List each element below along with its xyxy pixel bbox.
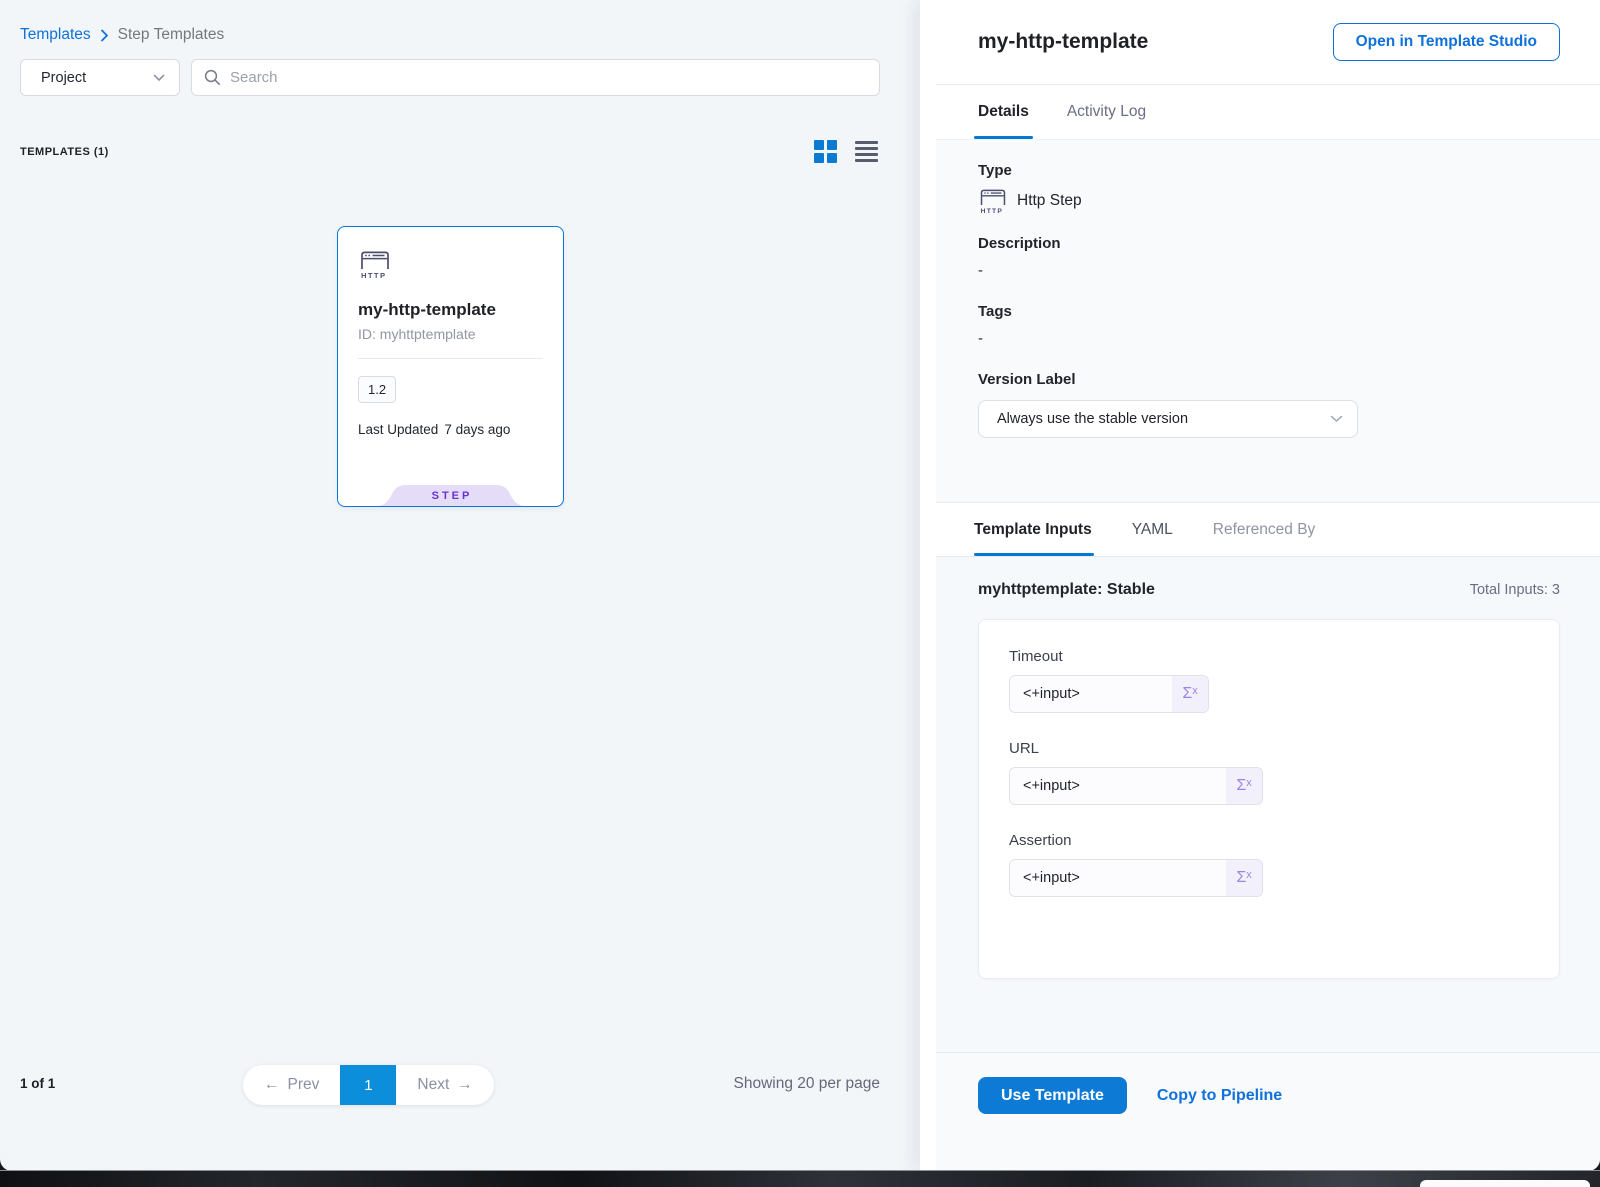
grid-view-icon bbox=[814, 140, 824, 150]
assertion-field: Assertion <+input> Σˣ bbox=[1009, 832, 1529, 897]
timeout-field: Timeout <+input> Σˣ bbox=[1009, 648, 1529, 713]
drawer-sub-tabs: Template Inputs YAML Referenced By bbox=[920, 503, 1600, 556]
url-value: <+input> bbox=[1010, 768, 1226, 804]
tab-activity-log[interactable]: Activity Log bbox=[1067, 85, 1146, 139]
last-updated: Last Updated 7 days ago bbox=[358, 422, 543, 437]
description-label: Description bbox=[978, 235, 1560, 252]
chevron-down-icon bbox=[1330, 410, 1343, 428]
http-step-icon: HTTP bbox=[358, 249, 392, 280]
search-box bbox=[191, 59, 880, 96]
project-scope-value: Project bbox=[41, 70, 86, 86]
version-select[interactable]: Always use the stable version bbox=[978, 400, 1358, 438]
description-value: - bbox=[978, 262, 1560, 279]
url-field: URL <+input> Σˣ bbox=[1009, 740, 1529, 805]
sigma-expression-icon: Σˣ bbox=[1236, 777, 1251, 795]
tags-value: - bbox=[978, 330, 1560, 347]
template-card-title: my-http-template bbox=[358, 300, 543, 320]
use-template-button[interactable]: Use Template bbox=[978, 1077, 1127, 1114]
version-label: Version Label bbox=[978, 371, 1560, 388]
tab-template-inputs[interactable]: Template Inputs bbox=[974, 503, 1092, 556]
version-badge: 1.2 bbox=[358, 376, 396, 403]
filter-controls: Project bbox=[20, 59, 880, 96]
sigma-expression-icon: Σˣ bbox=[1236, 869, 1251, 887]
prev-page-button[interactable]: ← Prev bbox=[243, 1065, 340, 1105]
timeout-input[interactable]: <+input> Σˣ bbox=[1009, 675, 1209, 713]
last-updated-label: Last Updated bbox=[358, 422, 438, 437]
sigma-expression-icon: Σˣ bbox=[1182, 685, 1197, 703]
open-in-template-studio-button[interactable]: Open in Template Studio bbox=[1333, 23, 1560, 61]
drawer-title: my-http-template bbox=[978, 30, 1148, 54]
arrow-right-icon: → bbox=[457, 1076, 473, 1094]
version-select-value: Always use the stable version bbox=[997, 411, 1188, 427]
drawer-header: my-http-template Open in Template Studio bbox=[920, 0, 1600, 84]
template-card-id: ID: myhttptemplate bbox=[358, 326, 543, 342]
screen: Templates Step Templates Project bbox=[0, 0, 1600, 1187]
list-view-button[interactable] bbox=[855, 141, 878, 163]
type-label: Type bbox=[978, 162, 1560, 179]
type-value: Http Step bbox=[1017, 192, 1082, 210]
breadcrumb-current: Step Templates bbox=[118, 26, 225, 44]
list-view-icon bbox=[855, 141, 878, 144]
breadcrumb: Templates Step Templates bbox=[0, 0, 920, 44]
drawer-tabs: Details Activity Log bbox=[920, 85, 1600, 139]
svg-text:HTTP: HTTP bbox=[981, 208, 1003, 215]
templates-count-label: TEMPLATES (1) bbox=[20, 146, 109, 158]
step-type-ribbon: STEP bbox=[376, 485, 526, 506]
per-page-label: Showing 20 per page bbox=[733, 1075, 880, 1093]
arrow-left-icon: ← bbox=[264, 1076, 280, 1094]
app-window: Templates Step Templates Project bbox=[0, 0, 1600, 1171]
url-label: URL bbox=[1009, 740, 1529, 757]
inputs-card: Timeout <+input> Σˣ URL <+input> Σˣ bbox=[978, 619, 1560, 979]
search-icon bbox=[204, 69, 221, 86]
page-summary: 1 of 1 bbox=[20, 1076, 55, 1091]
background-window-edge bbox=[1420, 1180, 1590, 1187]
breadcrumb-templates-link[interactable]: Templates bbox=[20, 26, 91, 44]
tab-details[interactable]: Details bbox=[978, 85, 1029, 139]
page-1-button[interactable]: 1 bbox=[340, 1065, 396, 1105]
pagination: 1 of 1 ← Prev 1 Next → Showing 20 per pa… bbox=[0, 1065, 920, 1105]
breadcrumb-chevron-icon bbox=[100, 29, 109, 42]
http-step-icon: HTTP bbox=[978, 187, 1008, 215]
assertion-input[interactable]: <+input> Σˣ bbox=[1009, 859, 1263, 897]
timeout-value: <+input> bbox=[1010, 676, 1172, 712]
view-toggles bbox=[814, 140, 878, 163]
last-updated-value: 7 days ago bbox=[444, 422, 510, 437]
tags-label: Tags bbox=[978, 303, 1560, 320]
chevron-down-icon bbox=[153, 69, 165, 87]
tab-yaml[interactable]: YAML bbox=[1132, 503, 1173, 556]
inputs-version-title: myhttptemplate: Stable bbox=[978, 581, 1155, 599]
next-page-button[interactable]: Next → bbox=[396, 1065, 493, 1105]
timeout-label: Timeout bbox=[1009, 648, 1529, 665]
card-divider bbox=[358, 358, 543, 359]
pagination-pill: ← Prev 1 Next → bbox=[243, 1065, 494, 1105]
tab-referenced-by[interactable]: Referenced By bbox=[1213, 503, 1316, 556]
assertion-label: Assertion bbox=[1009, 832, 1529, 849]
next-page-label: Next bbox=[417, 1076, 449, 1094]
grid-view-button[interactable] bbox=[814, 140, 837, 163]
search-input[interactable] bbox=[230, 69, 867, 86]
assertion-value: <+input> bbox=[1010, 860, 1226, 896]
step-type-ribbon-label: STEP bbox=[376, 485, 526, 506]
total-inputs-label: Total Inputs: 3 bbox=[1470, 582, 1560, 598]
desktop-background bbox=[0, 1170, 1600, 1187]
template-card[interactable]: HTTP my-http-template ID: myhttptemplate… bbox=[337, 226, 564, 507]
inputs-header: myhttptemplate: Stable Total Inputs: 3 bbox=[978, 581, 1560, 599]
drawer-footer: Use Template Copy to Pipeline bbox=[936, 1052, 1600, 1171]
details-section: Type HTTP Http Step Description - Tags -… bbox=[936, 139, 1600, 502]
expression-button[interactable]: Σˣ bbox=[1172, 676, 1208, 712]
expression-button[interactable]: Σˣ bbox=[1226, 860, 1262, 896]
templates-list-panel: Templates Step Templates Project bbox=[0, 0, 920, 1171]
templates-list-header: TEMPLATES (1) bbox=[20, 140, 878, 163]
prev-page-label: Prev bbox=[288, 1076, 320, 1094]
url-input[interactable]: <+input> Σˣ bbox=[1009, 767, 1263, 805]
project-scope-select[interactable]: Project bbox=[20, 59, 180, 96]
copy-to-pipeline-link[interactable]: Copy to Pipeline bbox=[1157, 1077, 1282, 1114]
template-inputs-section: myhttptemplate: Stable Total Inputs: 3 T… bbox=[936, 556, 1600, 1052]
svg-text:HTTP: HTTP bbox=[361, 271, 386, 280]
type-row: HTTP Http Step bbox=[978, 187, 1560, 215]
expression-button[interactable]: Σˣ bbox=[1226, 768, 1262, 804]
template-details-drawer: my-http-template Open in Template Studio… bbox=[920, 0, 1600, 1171]
